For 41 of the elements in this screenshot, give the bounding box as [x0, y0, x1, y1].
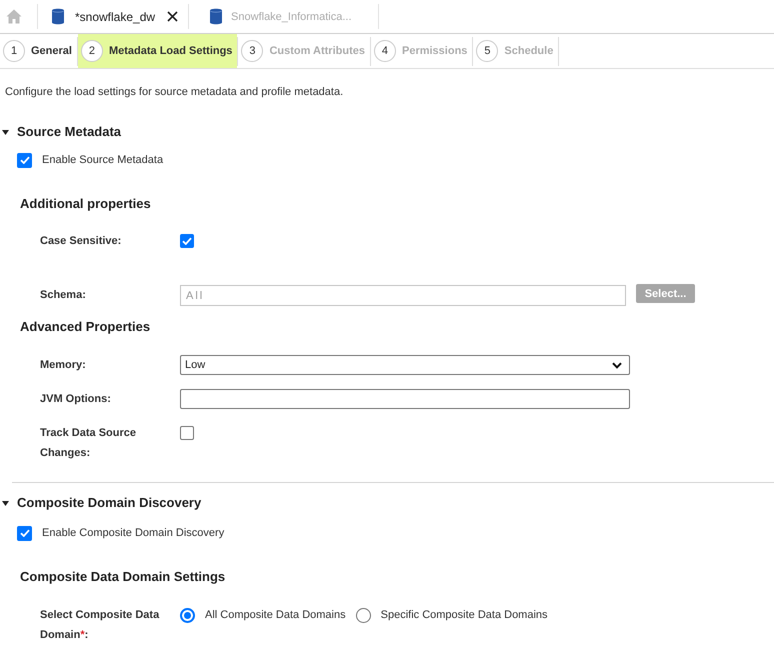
group-title: Advanced Properties — [20, 319, 152, 335]
step-number: 2 — [80, 40, 103, 62]
step-number: 5 — [476, 40, 498, 62]
field-label: Track Data Source Changes: — [40, 426, 137, 461]
checkbox[interactable] — [180, 234, 194, 248]
radio-button[interactable] — [180, 608, 195, 622]
step-number: 3 — [241, 40, 264, 62]
field-label: JVM Options: — [40, 392, 112, 407]
checkmark-icon — [20, 156, 30, 164]
step-number: 1 — [3, 40, 25, 62]
radio-label: Specific Composite Data Domains — [380, 608, 548, 623]
step-number: 4 — [374, 40, 396, 62]
step-tab[interactable]: 1 General — [0, 34, 77, 68]
field-label: Select Composite Data Domain*: — [40, 608, 160, 643]
database-icon — [210, 8, 222, 25]
document-tab[interactable]: *snowflake_dw — [38, 0, 188, 33]
section-title: Composite Domain Discovery — [17, 495, 202, 511]
checkbox[interactable] — [17, 526, 32, 540]
field-label: Schema: — [40, 288, 87, 303]
checkbox[interactable] — [17, 152, 32, 168]
section-title: Source Metadata — [17, 124, 122, 140]
page-description: Configure the load settings for source metadata and profile metadata. — [5, 86, 344, 99]
group-title: Composite Data Domain Settings — [20, 569, 226, 585]
radio-button[interactable] — [356, 608, 371, 622]
checkmark-icon — [182, 237, 192, 245]
group-title: Additional properties — [20, 196, 152, 212]
text-field[interactable] — [180, 389, 630, 409]
caret-icon[interactable] — [2, 130, 9, 134]
checkmark-icon — [20, 529, 30, 537]
checkbox[interactable] — [180, 426, 194, 440]
checkbox-label: Enable Composite Domain Discovery — [42, 526, 224, 541]
caret-icon[interactable] — [2, 500, 9, 506]
database-icon — [52, 8, 64, 25]
chevron-down-icon — [612, 362, 622, 368]
dropdown[interactable]: Low — [180, 355, 630, 375]
close-icon[interactable] — [167, 11, 178, 22]
step-tab[interactable]: 2 Metadata Load Settings — [78, 34, 238, 68]
radio-label: All Composite Data Domains — [205, 608, 346, 623]
field-label: Memory: — [40, 358, 87, 373]
field-label: Case Sensitive: — [40, 234, 122, 249]
checkbox-label: Enable Source Metadata — [42, 153, 164, 168]
